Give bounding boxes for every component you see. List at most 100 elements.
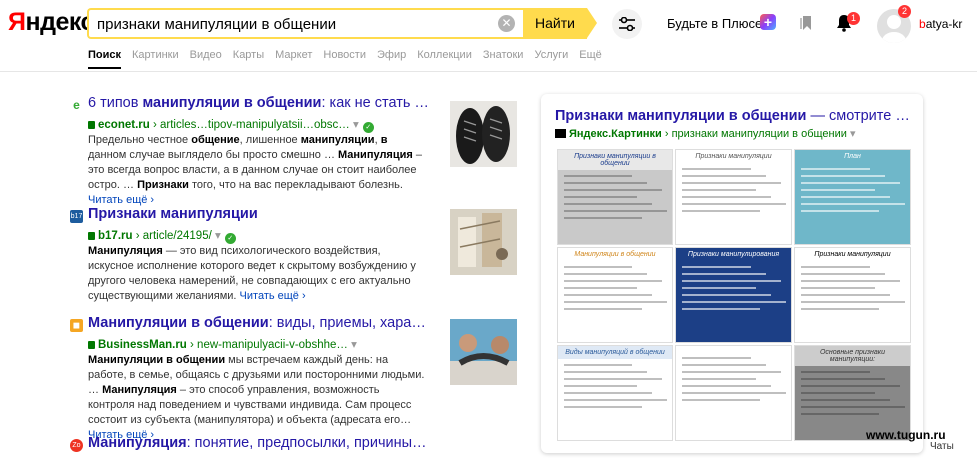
thumbnail-line xyxy=(564,280,663,282)
verified-icon: ✓ xyxy=(362,122,374,133)
zoon-favicon-icon: Zo xyxy=(70,439,83,452)
thumbnail-line xyxy=(801,301,905,303)
result-title[interactable]: Манипуляции в общении: виды, приемы, хар… xyxy=(88,315,448,331)
image-thumbnail[interactable]: Признаки манипулирования xyxy=(675,247,792,343)
image-thumbnail[interactable]: Виды манипуляций в общении xyxy=(557,345,673,441)
thumbnail-line xyxy=(682,182,781,184)
thumbnail-line xyxy=(682,385,771,387)
yandex-logo[interactable]: Яндекс xyxy=(8,8,94,37)
tab-video[interactable]: Видео xyxy=(190,49,222,69)
result-snippet: Предельно честное общение, лишенное мани… xyxy=(88,134,422,206)
thumbnail-heading: Основные признаки манипуляции: xyxy=(795,346,910,366)
search-input[interactable] xyxy=(97,14,487,34)
tab-services[interactable]: Услуги xyxy=(534,49,568,69)
search-button[interactable]: Найти xyxy=(523,8,587,39)
thumbnail-line xyxy=(564,182,648,184)
image-thumbnail[interactable]: Признаки манипуляции xyxy=(794,247,911,343)
thumbnail-line xyxy=(564,301,667,303)
chevron-down-icon[interactable]: ▾ xyxy=(850,128,856,140)
thumbnail-line xyxy=(564,203,652,205)
filters-button[interactable] xyxy=(612,9,642,39)
chevron-down-icon[interactable]: ▾ xyxy=(215,230,221,242)
tab-market[interactable]: Маркет xyxy=(275,49,312,69)
search-tabs: Поиск Картинки Видео Карты Маркет Новост… xyxy=(88,49,613,69)
thumbnail-line xyxy=(682,399,761,401)
image-thumbnail[interactable]: План xyxy=(794,149,911,245)
thumbnail-line xyxy=(801,210,880,212)
thumbnail-line xyxy=(682,210,761,212)
thumbnail-line xyxy=(801,392,875,394)
thumbnail-line xyxy=(564,294,652,296)
econet-favicon-icon: e xyxy=(73,98,80,112)
thumbnail-line xyxy=(564,196,637,198)
bookmark-icon[interactable] xyxy=(800,15,814,31)
image-thumbnail[interactable]: Признаки манипуляции в общении xyxy=(557,149,673,245)
plus-link[interactable]: Будьте в Плюсе xyxy=(667,16,762,31)
tab-news[interactable]: Новости xyxy=(323,49,366,69)
result-title[interactable]: Признаки манипуляции xyxy=(88,206,448,222)
thumbnail-line xyxy=(682,371,781,373)
thumbnail-line xyxy=(564,287,637,289)
read-more-link[interactable]: Читать ещё › xyxy=(88,194,154,206)
clear-icon[interactable]: ✕ xyxy=(498,15,515,32)
image-grid: Признаки манипуляции в общении Признаки м… xyxy=(557,149,911,441)
thumbnail-line xyxy=(682,196,771,198)
header: Яндекс ✕ Найти Будьте в Плюсе + 1 2 baty… xyxy=(0,0,977,72)
result-snippet: Манипуляции в общении мы встречаем кажды… xyxy=(88,354,425,441)
watermark: www.tugun.ru xyxy=(866,428,946,442)
sliders-icon xyxy=(619,17,635,31)
search-result: b17 Признаки манипуляции b17.ru › articl… xyxy=(70,206,530,306)
tab-collections[interactable]: Коллекции xyxy=(417,49,472,69)
thumbnail-line xyxy=(682,378,756,380)
result-title[interactable]: Манипуляция: понятие, предпосылки, причи… xyxy=(88,435,448,451)
thumbnail-line xyxy=(801,308,880,310)
thumbnail-line xyxy=(682,364,766,366)
chevron-down-icon[interactable]: ▾ xyxy=(353,119,359,131)
image-thumbnail[interactable]: Признаки манипуляции xyxy=(675,149,792,245)
image-thumbnail[interactable]: Основные признаки манипуляции: xyxy=(794,345,911,441)
thumbnail-line xyxy=(801,168,870,170)
thumbnail-line xyxy=(682,273,766,275)
image-thumbnail[interactable] xyxy=(675,345,792,441)
result-url[interactable]: BusinessMan.ru › new-manipulyacii-v-obsh… xyxy=(88,337,357,351)
tab-more[interactable]: Ещё xyxy=(579,49,602,69)
thumbnail-line xyxy=(564,392,652,394)
read-more-link[interactable]: Читать ещё › xyxy=(240,290,306,302)
result-url[interactable]: econet.ru › articles…tipov-manipulyatsii… xyxy=(88,117,374,133)
plus-icon[interactable]: + xyxy=(760,14,776,30)
result-title[interactable]: 6 типов манипуляции в общении: как не ст… xyxy=(88,95,448,111)
tab-maps[interactable]: Карты xyxy=(233,49,264,69)
tab-images[interactable]: Картинки xyxy=(132,49,179,69)
result-url[interactable]: b17.ru › article/24195/ ▾ ✓ xyxy=(88,228,236,244)
thumbnail-line xyxy=(801,371,870,373)
thumbnail-line xyxy=(801,266,870,268)
thumbnail-heading: Признаки манипуляции xyxy=(795,248,910,261)
result-thumbnail[interactable] xyxy=(450,101,517,167)
chevron-down-icon[interactable]: ▾ xyxy=(351,339,357,351)
search-button-arrow xyxy=(587,8,597,38)
chat-button[interactable]: Чаты xyxy=(930,441,954,452)
thumbnail-line xyxy=(801,196,890,198)
panel-source[interactable]: Яндекс.Картинки › признаки манипуляции в… xyxy=(555,127,856,140)
thumbnail-heading xyxy=(676,346,791,352)
thumbnail-line xyxy=(682,266,751,268)
result-thumbnail[interactable] xyxy=(450,209,517,275)
tab-efir[interactable]: Эфир xyxy=(377,49,406,69)
tab-search[interactable]: Поиск xyxy=(88,49,122,69)
thumbnail-heading: План xyxy=(844,153,861,160)
thumbnail-line xyxy=(801,294,890,296)
tab-znatoki[interactable]: Знатоки xyxy=(483,49,524,69)
notifications-badge: 1 xyxy=(847,12,860,25)
result-thumbnail[interactable] xyxy=(450,319,517,385)
thumbnail-line xyxy=(564,189,663,191)
panel-title[interactable]: Признаки манипуляции в общении — смотрит… xyxy=(555,108,913,124)
search-box[interactable]: ✕ xyxy=(87,8,523,39)
thumbnail-line xyxy=(801,378,885,380)
image-thumbnail[interactable]: Манипуляции в общении xyxy=(557,247,673,343)
thumbnail-heading: Манипуляции в общении xyxy=(558,248,672,261)
thumbnail-heading: Признаки манипуляции xyxy=(676,150,791,163)
thumbnail-line xyxy=(682,301,786,303)
user-name[interactable]: batya-kr xyxy=(919,17,962,31)
thumbnail-line xyxy=(801,203,905,205)
thumbnail-line xyxy=(564,406,642,408)
